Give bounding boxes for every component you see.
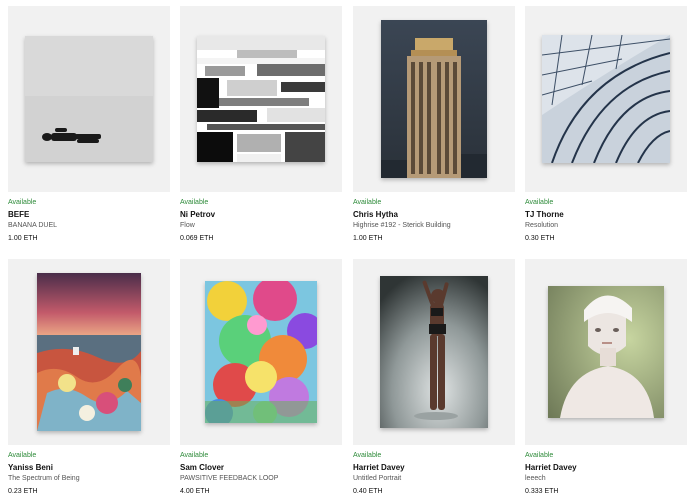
artwork-thumbnail[interactable] xyxy=(353,259,515,445)
artist-name[interactable]: Harriet Davey xyxy=(525,463,687,473)
artwork-price: 0.23 ETH xyxy=(8,488,38,495)
artist-name[interactable]: BEFE xyxy=(8,210,170,220)
artist-name[interactable]: Harriet Davey xyxy=(353,463,515,473)
artwork-price: 0.30 ETH xyxy=(525,235,555,242)
artwork-price: 1.00 ETH xyxy=(8,235,38,242)
artwork-thumbnail[interactable] xyxy=(180,6,342,192)
artwork-title[interactable]: Flow xyxy=(180,221,342,230)
artwork-thumbnail[interactable] xyxy=(8,6,170,192)
artist-name[interactable]: TJ Thorne xyxy=(525,210,687,220)
availability-status: Available xyxy=(525,452,554,459)
artwork-card[interactable]: Available Ni Petrov Flow 0.069 ETH xyxy=(180,6,342,243)
psychedelic-collage-artwork xyxy=(205,281,317,423)
availability-status: Available xyxy=(8,199,37,206)
artwork-price: 0.333 ETH xyxy=(525,488,559,495)
artwork-price: 0.40 ETH xyxy=(353,488,383,495)
artwork-thumbnail[interactable] xyxy=(353,6,515,192)
artwork-card[interactable]: Available Chris Hytha Highrise #192 - St… xyxy=(353,6,515,243)
glitch-bw-artwork xyxy=(197,36,325,162)
nft-gallery-grid: Available BEFE BANANA DUEL 1.00 ETH Avai… xyxy=(0,0,700,496)
artist-name[interactable]: Sam Clover xyxy=(180,463,342,473)
dancer-figure-artwork xyxy=(380,276,488,428)
artwork-title[interactable]: BANANA DUEL xyxy=(8,221,170,230)
glass-architecture-artwork xyxy=(542,35,670,163)
artwork-title[interactable]: Resolution xyxy=(525,221,687,230)
artwork-thumbnail[interactable] xyxy=(525,6,687,192)
sunset-paint-artwork xyxy=(37,273,141,431)
availability-status: Available xyxy=(525,199,554,206)
availability-status: Available xyxy=(353,199,382,206)
portrait-figure-artwork xyxy=(548,286,664,418)
artwork-title[interactable]: The Spectrum of Being xyxy=(8,474,170,483)
artwork-thumbnail[interactable] xyxy=(525,259,687,445)
artwork-card[interactable]: Available Sam Clover PAWSITIVE FEEDBACK … xyxy=(180,259,342,496)
artwork-title[interactable]: Highrise #192 - Sterick Building xyxy=(353,221,515,230)
artwork-title[interactable]: leeech xyxy=(525,474,687,483)
highrise-building-artwork xyxy=(381,20,487,178)
availability-status: Available xyxy=(180,452,209,459)
availability-status: Available xyxy=(353,452,382,459)
artist-name[interactable]: Yaniss Beni xyxy=(8,463,170,473)
artwork-thumbnail[interactable] xyxy=(8,259,170,445)
availability-status: Available xyxy=(8,452,37,459)
artwork-card[interactable]: Available BEFE BANANA DUEL 1.00 ETH xyxy=(8,6,170,243)
artwork-card[interactable]: Available Yaniss Beni The Spectrum of Be… xyxy=(8,259,170,496)
artist-name[interactable]: Ni Petrov xyxy=(180,210,342,220)
artwork-price: 0.069 ETH xyxy=(180,235,214,242)
figure-on-grey-artwork xyxy=(25,36,153,162)
artwork-card[interactable]: Available Harriet Davey Untitled Portrai… xyxy=(353,259,515,496)
artwork-thumbnail[interactable] xyxy=(180,259,342,445)
artist-name[interactable]: Chris Hytha xyxy=(353,210,515,220)
artwork-title[interactable]: Untitled Portrait xyxy=(353,474,515,483)
artwork-card[interactable]: Available TJ Thorne Resolution 0.30 ETH xyxy=(525,6,687,243)
artwork-price: 1.00 ETH xyxy=(353,235,383,242)
availability-status: Available xyxy=(180,199,209,206)
artwork-card[interactable]: Available Harriet Davey leeech 0.333 ETH xyxy=(525,259,687,496)
artwork-title[interactable]: PAWSITIVE FEEDBACK LOOP xyxy=(180,474,342,483)
artwork-price: 4.00 ETH xyxy=(180,488,210,495)
